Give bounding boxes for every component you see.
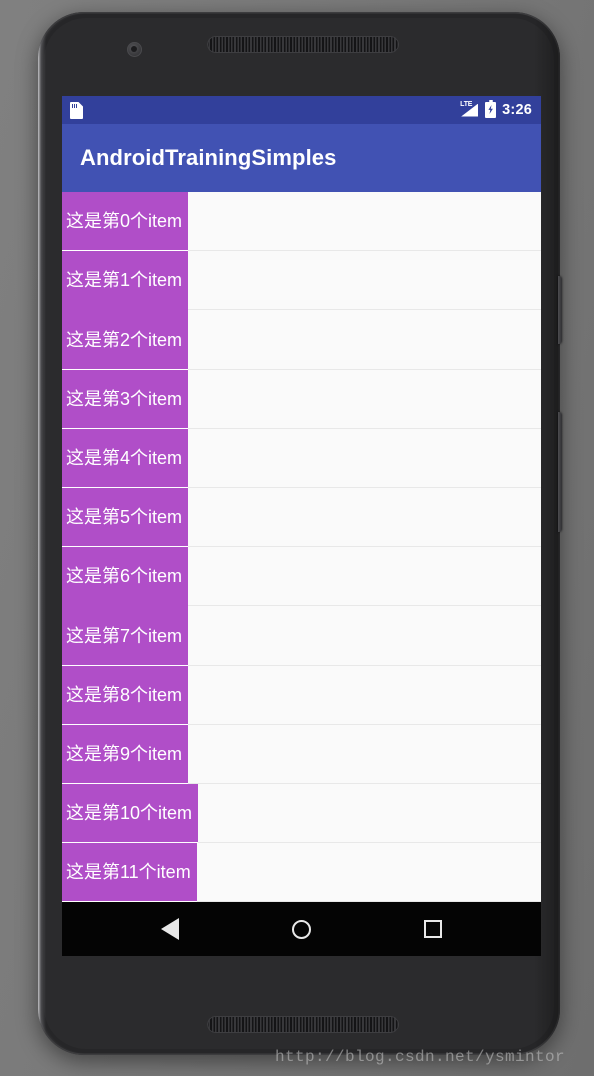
- recents-icon: [424, 920, 443, 938]
- battery-charging-icon: [485, 100, 497, 118]
- status-bar: LTE 3:26: [62, 96, 541, 124]
- nav-back-button[interactable]: [146, 905, 194, 953]
- earpiece-speaker-grille: [207, 36, 399, 53]
- bottom-speaker-grille: [207, 1016, 399, 1033]
- app-bar-title: AndroidTrainingSimples: [80, 145, 337, 170]
- list-item[interactable]: 这是第6个item: [62, 547, 541, 607]
- list-item-empty-area: [188, 192, 541, 251]
- list-item[interactable]: 这是第7个item: [62, 606, 541, 666]
- list-item-label: 这是第10个item: [62, 783, 199, 844]
- front-camera-icon: [127, 42, 142, 57]
- status-bar-right: LTE 3:26: [460, 100, 532, 119]
- list-item-label: 这是第7个item: [62, 606, 189, 666]
- list-item[interactable]: 这是第8个item: [62, 665, 541, 725]
- list-item-empty-area: [188, 251, 541, 310]
- list-item-label: 这是第11个item: [62, 843, 197, 902]
- phone-screen: LTE 3:26 AndroidTrainingSimples 这是第0个ite…: [62, 96, 541, 956]
- item-list[interactable]: 这是第0个item 这是第1个item 这是第2个item 这是第3个item 这是第4…: [62, 192, 541, 902]
- list-item[interactable]: 这是第4个item: [62, 428, 541, 489]
- power-button[interactable]: [558, 276, 562, 344]
- list-item[interactable]: 这是第11个item: [62, 843, 541, 902]
- nav-recents-button[interactable]: [409, 905, 457, 953]
- volume-button[interactable]: [558, 412, 562, 532]
- list-item-empty-area: [188, 606, 541, 665]
- watermark: http://blog.csdn.net/ysmintor: [275, 1048, 566, 1066]
- list-item-label: 这是第2个item: [62, 310, 189, 370]
- list-item-empty-area: [188, 310, 541, 369]
- navigation-bar: [62, 902, 541, 956]
- list-item-label: 这是第5个item: [62, 487, 189, 548]
- nav-home-button[interactable]: [277, 905, 325, 953]
- list-item[interactable]: 这是第3个item: [62, 369, 541, 429]
- sd-card-icon: [70, 101, 83, 119]
- lte-signal-icon: LTE: [460, 100, 479, 119]
- list-item-label: 这是第3个item: [62, 369, 189, 429]
- list-item-label: 这是第4个item: [62, 428, 189, 489]
- status-bar-left: [70, 101, 83, 119]
- list-item[interactable]: 这是第2个item: [62, 310, 541, 370]
- list-item-empty-area: [198, 783, 541, 843]
- list-item-empty-area: [188, 369, 541, 428]
- list-item-empty-area: [188, 665, 541, 724]
- list-item-empty-area: [188, 547, 541, 606]
- back-icon: [160, 918, 179, 940]
- list-item-empty-area: [188, 428, 541, 487]
- list-item-label: 这是第9个item: [62, 724, 189, 785]
- list-item-empty-area: [188, 724, 541, 783]
- list-item[interactable]: 这是第9个item: [62, 724, 541, 785]
- list-item[interactable]: 这是第10个item: [62, 783, 541, 844]
- lte-label: LTE: [460, 100, 473, 108]
- list-item-empty-area: [188, 487, 541, 547]
- list-item-label: 这是第8个item: [62, 665, 189, 725]
- app-bar: AndroidTrainingSimples: [62, 124, 541, 192]
- list-item[interactable]: 这是第5个item: [62, 487, 541, 548]
- list-item-label: 这是第6个item: [62, 547, 189, 607]
- list-item-label: 这是第0个item: [62, 192, 189, 252]
- home-icon: [291, 919, 311, 939]
- list-item[interactable]: 这是第0个item: [62, 192, 541, 252]
- list-item[interactable]: 这是第1个item: [62, 251, 541, 311]
- status-bar-clock: 3:26: [502, 102, 532, 118]
- list-item-label: 这是第1个item: [62, 251, 189, 311]
- list-item-empty-area: [196, 843, 541, 902]
